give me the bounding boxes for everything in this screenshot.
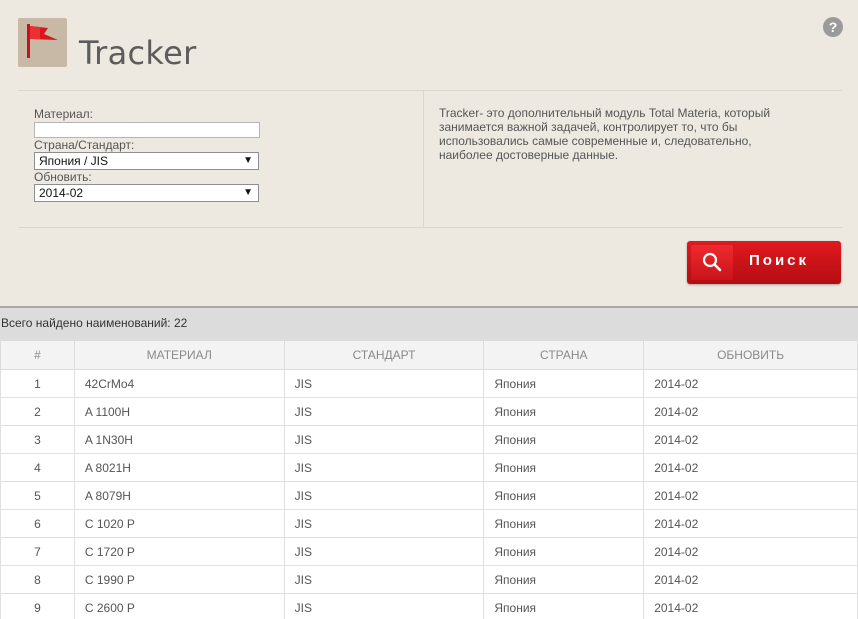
row-number: 7: [0, 537, 75, 566]
help-icon[interactable]: ?: [823, 17, 843, 37]
row-number: 5: [0, 481, 75, 510]
material-label: Материал:: [34, 107, 93, 121]
row-number: 6: [0, 509, 75, 538]
row-material[interactable]: A 8021H: [73, 453, 285, 482]
row-standard: JIS: [283, 425, 485, 454]
table-row[interactable]: 6 C 1020 P JIS Япония 2014-02: [0, 509, 858, 538]
row-country: Япония: [483, 593, 645, 619]
row-country: Япония: [483, 509, 645, 538]
row-standard: JIS: [283, 369, 485, 398]
row-standard: JIS: [283, 453, 485, 482]
row-update: 2014-02: [643, 481, 858, 510]
column-header-standard[interactable]: СТАНДАРТ: [283, 340, 485, 370]
flag-icon: [18, 18, 67, 67]
row-number: 3: [0, 425, 75, 454]
search-icon: [691, 245, 733, 280]
row-update: 2014-02: [643, 425, 858, 454]
row-number: 9: [0, 593, 75, 619]
country-select[interactable]: Япония / JIS ▼: [34, 152, 259, 170]
row-country: Япония: [483, 425, 645, 454]
row-update: 2014-02: [643, 537, 858, 566]
row-material[interactable]: A 1N30H: [73, 425, 285, 454]
row-material[interactable]: C 2600 P: [73, 593, 285, 619]
row-update: 2014-02: [643, 509, 858, 538]
app-title: Tracker: [79, 34, 197, 72]
row-update: 2014-02: [643, 453, 858, 482]
column-header-update[interactable]: ОБНОВИТЬ: [643, 340, 858, 370]
row-country: Япония: [483, 453, 645, 482]
row-standard: JIS: [283, 565, 485, 594]
row-number: 8: [0, 565, 75, 594]
row-update: 2014-02: [643, 369, 858, 398]
results-count: Всего найдено наименований: 22: [1, 316, 188, 330]
module-description: Tracker- это дополнительный модуль Total…: [439, 106, 771, 162]
column-header-number[interactable]: #: [0, 340, 75, 370]
column-header-material[interactable]: МАТЕРИАЛ: [73, 340, 285, 370]
table-row[interactable]: 9 C 2600 P JIS Япония 2014-02: [0, 593, 858, 619]
row-country: Япония: [483, 369, 645, 398]
row-standard: JIS: [283, 593, 485, 619]
column-header-country[interactable]: СТРАНА: [483, 340, 645, 370]
row-country: Япония: [483, 481, 645, 510]
row-standard: JIS: [283, 481, 485, 510]
dropdown-arrow-icon: ▼: [243, 187, 253, 198]
country-select-value: Япония / JIS: [39, 154, 109, 168]
dropdown-arrow-icon: ▼: [243, 155, 253, 166]
row-number: 4: [0, 453, 75, 482]
table-row[interactable]: 2 A 1100H JIS Япония 2014-02: [0, 397, 858, 426]
country-label: Страна/Стандарт:: [34, 138, 135, 152]
row-material[interactable]: 42CrMo4: [73, 369, 285, 398]
row-material[interactable]: A 1100H: [73, 397, 285, 426]
table-header-row: # МАТЕРИАЛ СТАНДАРТ СТРАНА ОБНОВИТЬ: [0, 340, 858, 370]
row-update: 2014-02: [643, 565, 858, 594]
divider: [18, 90, 842, 91]
row-number: 2: [0, 397, 75, 426]
row-standard: JIS: [283, 397, 485, 426]
results-table: # МАТЕРИАЛ СТАНДАРТ СТРАНА ОБНОВИТЬ 1 42…: [0, 340, 858, 619]
row-material[interactable]: C 1020 P: [73, 509, 285, 538]
search-button[interactable]: Поиск: [687, 241, 841, 284]
row-material[interactable]: C 1720 P: [73, 537, 285, 566]
update-label: Обновить:: [34, 170, 92, 184]
update-select-value: 2014-02: [39, 186, 84, 200]
row-standard: JIS: [283, 537, 485, 566]
row-country: Япония: [483, 565, 645, 594]
table-row[interactable]: 5 A 8079H JIS Япония 2014-02: [0, 481, 858, 510]
table-row[interactable]: 3 A 1N30H JIS Япония 2014-02: [0, 425, 858, 454]
table-row[interactable]: 1 42CrMo4 JIS Япония 2014-02: [0, 369, 858, 398]
row-material[interactable]: C 1990 P: [73, 565, 285, 594]
search-button-label: Поиск: [749, 252, 810, 269]
row-material[interactable]: A 8079H: [73, 481, 285, 510]
row-country: Япония: [483, 537, 645, 566]
row-country: Япония: [483, 397, 645, 426]
table-row[interactable]: 7 C 1720 P JIS Япония 2014-02: [0, 537, 858, 566]
divider: [423, 91, 424, 227]
update-select[interactable]: 2014-02 ▼: [34, 184, 259, 202]
row-number: 1: [0, 369, 75, 398]
row-update: 2014-02: [643, 593, 858, 619]
divider: [18, 227, 842, 228]
table-row[interactable]: 4 A 8021H JIS Япония 2014-02: [0, 453, 858, 482]
row-update: 2014-02: [643, 397, 858, 426]
table-row[interactable]: 8 C 1990 P JIS Япония 2014-02: [0, 565, 858, 594]
row-standard: JIS: [283, 509, 485, 538]
material-input[interactable]: [34, 122, 260, 138]
